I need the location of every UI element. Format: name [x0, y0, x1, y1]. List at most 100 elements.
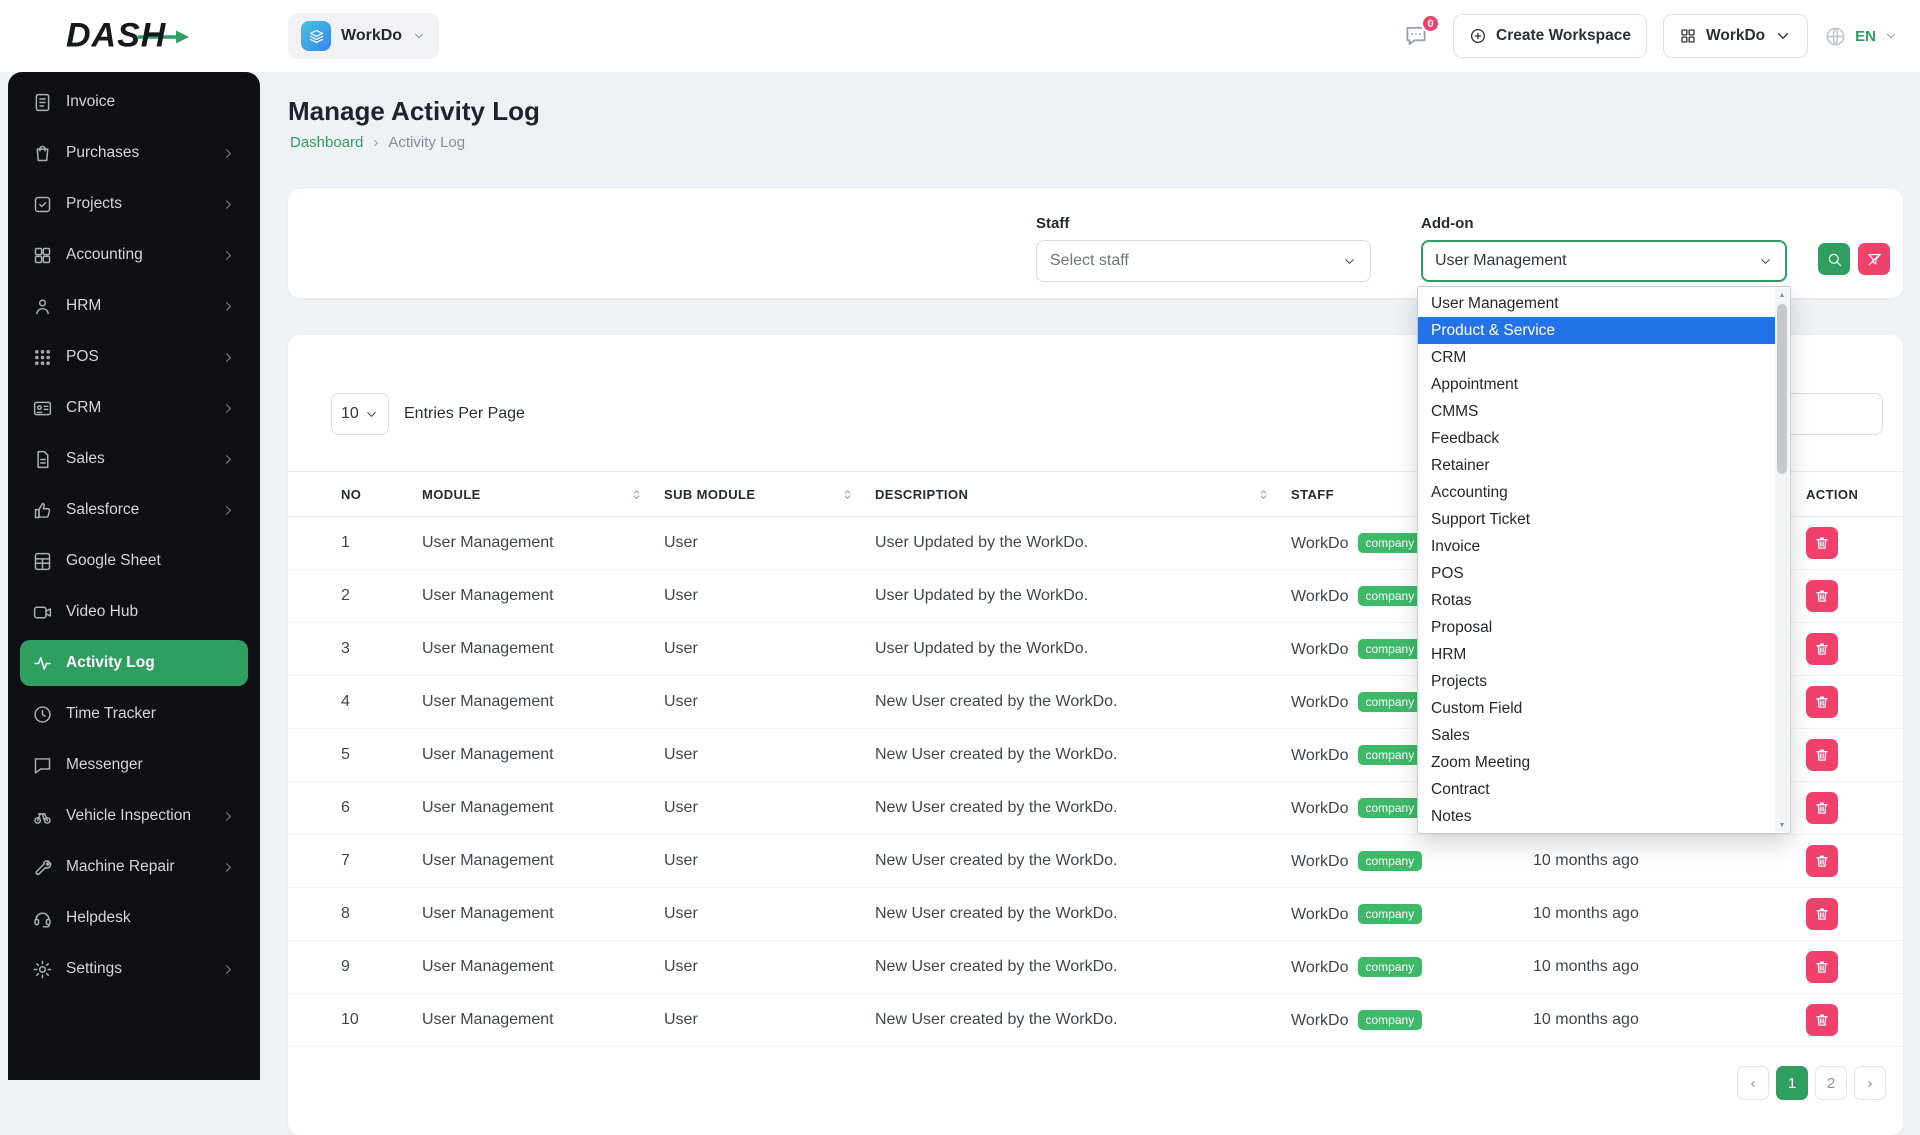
delete-button[interactable] [1806, 527, 1838, 559]
sidebar-item-purchases[interactable]: Purchases [20, 130, 248, 176]
sidebar-item-hrm[interactable]: HRM [20, 283, 248, 329]
sidebar-item-video-hub[interactable]: Video Hub [20, 589, 248, 635]
chevron-right-icon [221, 299, 236, 314]
scrollbar-thumb[interactable] [1777, 304, 1787, 474]
company-badge: company [1358, 533, 1423, 553]
column-header-module[interactable]: MODULE [422, 472, 664, 517]
workdo-menu-button[interactable]: WorkDo [1663, 14, 1808, 58]
language-selector[interactable]: EN [1824, 25, 1898, 48]
cell-action [1806, 835, 1903, 888]
sidebar-item-label: CRM [66, 399, 101, 417]
delete-button[interactable] [1806, 739, 1838, 771]
column-header-sub-module[interactable]: SUB MODULE [664, 472, 875, 517]
cell-action [1806, 729, 1903, 782]
delete-button[interactable] [1806, 686, 1838, 718]
staff-select[interactable]: Select staff [1036, 240, 1371, 282]
delete-button[interactable] [1806, 951, 1838, 983]
sidebar-item-activity-log[interactable]: Activity Log [20, 640, 248, 686]
messages-button[interactable]: 0 [1395, 15, 1437, 57]
cell-action [1806, 994, 1903, 1047]
sidebar-item-projects[interactable]: Projects [20, 181, 248, 227]
delete-button[interactable] [1806, 1004, 1838, 1036]
sidebar-item-messenger[interactable]: Messenger [20, 742, 248, 788]
pagination-page-2[interactable]: 2 [1815, 1066, 1847, 1100]
sidebar-item-settings[interactable]: Settings [20, 946, 248, 992]
delete-button[interactable] [1806, 792, 1838, 824]
addon-option[interactable]: Invoice [1418, 533, 1775, 560]
addon-option[interactable]: CRM [1418, 344, 1775, 371]
sidebar-item-google-sheet[interactable]: Google Sheet [20, 538, 248, 584]
chevron-right-icon [221, 146, 236, 161]
chevron-right-icon [221, 809, 236, 824]
apply-filter-button[interactable] [1818, 243, 1850, 275]
sidebar-item-crm[interactable]: CRM [20, 385, 248, 431]
company-badge: company [1358, 745, 1423, 765]
chevron-right-icon [221, 503, 236, 518]
cell-description: User Updated by the WorkDo. [875, 570, 1291, 623]
pagination-prev[interactable]: ‹ [1737, 1066, 1769, 1100]
addon-option[interactable]: Support Ticket [1418, 506, 1775, 533]
column-header-description[interactable]: DESCRIPTION [875, 472, 1291, 517]
addon-option[interactable]: Proposal [1418, 614, 1775, 641]
cell-sub-module: User [664, 994, 875, 1047]
delete-button[interactable] [1806, 898, 1838, 930]
addon-option[interactable]: User Management [1418, 290, 1775, 317]
sidebar-item-salesforce[interactable]: Salesforce [20, 487, 248, 533]
addon-option[interactable]: Retainer [1418, 452, 1775, 479]
scrollbar-up-arrow[interactable]: ▲ [1775, 288, 1789, 302]
delete-button[interactable] [1806, 580, 1838, 612]
cell-description: New User created by the WorkDo. [875, 835, 1291, 888]
sidebar-item-accounting[interactable]: Accounting [20, 232, 248, 278]
pagination: ‹12› [1737, 1066, 1886, 1100]
cell-sub-module: User [664, 623, 875, 676]
reset-filter-button[interactable] [1858, 243, 1890, 275]
addon-option[interactable]: Feedback [1418, 425, 1775, 452]
pagination-next[interactable]: › [1854, 1066, 1886, 1100]
cell-module: User Management [422, 941, 664, 994]
trash-icon [1814, 800, 1830, 816]
time-tracker-icon [32, 704, 53, 725]
addon-option[interactable]: HRM [1418, 641, 1775, 668]
sidebar-item-time-tracker[interactable]: Time Tracker [20, 691, 248, 737]
staff-name: WorkDo [1291, 906, 1349, 923]
addon-option[interactable]: Contract [1418, 776, 1775, 803]
cell-action [1806, 676, 1903, 729]
create-workspace-button[interactable]: Create Workspace [1453, 14, 1647, 58]
addon-select[interactable]: User Management [1421, 240, 1787, 282]
addon-option[interactable]: Rotas [1418, 587, 1775, 614]
sidebar-item-sales[interactable]: Sales [20, 436, 248, 482]
plus-circle-icon [1469, 27, 1487, 45]
addon-option[interactable]: Zoom Meeting [1418, 749, 1775, 776]
addon-option[interactable]: Custom Field [1418, 695, 1775, 722]
crm-icon [32, 398, 53, 419]
entries-per-page-select[interactable]: 10 [331, 393, 389, 435]
addon-option[interactable]: Product & Service [1418, 317, 1775, 344]
sidebar-item-invoice[interactable]: Invoice [20, 79, 248, 125]
addon-option[interactable]: POS [1418, 560, 1775, 587]
sidebar-item-helpdesk[interactable]: Helpdesk [20, 895, 248, 941]
cell-no: 4 [288, 676, 422, 729]
breadcrumb-dashboard-link[interactable]: Dashboard [290, 134, 363, 151]
cell-description: New User created by the WorkDo. [875, 729, 1291, 782]
delete-button[interactable] [1806, 633, 1838, 665]
breadcrumb: Dashboard › Activity Log [290, 134, 465, 151]
addon-option[interactable]: Appointment [1418, 371, 1775, 398]
app-logo[interactable]: DASH [66, 17, 166, 56]
addon-option[interactable]: Projects [1418, 668, 1775, 695]
sidebar-item-vehicle-inspection[interactable]: Vehicle Inspection [20, 793, 248, 839]
delete-button[interactable] [1806, 845, 1838, 877]
addon-option[interactable]: CMMS [1418, 398, 1775, 425]
pagination-page-1[interactable]: 1 [1776, 1066, 1808, 1100]
addon-option[interactable]: Notes [1418, 803, 1775, 830]
addon-option-list: User ManagementProduct & ServiceCRMAppoi… [1418, 290, 1775, 830]
sidebar-item-machine-repair[interactable]: Machine Repair [20, 844, 248, 890]
addon-option[interactable]: Sales [1418, 722, 1775, 749]
sidebar-item-pos[interactable]: POS [20, 334, 248, 380]
addon-option[interactable]: Accounting [1418, 479, 1775, 506]
workspace-switcher[interactable]: WorkDo [288, 13, 439, 59]
dropdown-scrollbar[interactable]: ▲ ▼ [1775, 288, 1789, 832]
addon-filter-label: Add-on [1421, 215, 1787, 232]
scrollbar-down-arrow[interactable]: ▼ [1775, 818, 1789, 832]
staff-name: WorkDo [1291, 853, 1349, 870]
chevron-down-icon [1758, 254, 1773, 269]
